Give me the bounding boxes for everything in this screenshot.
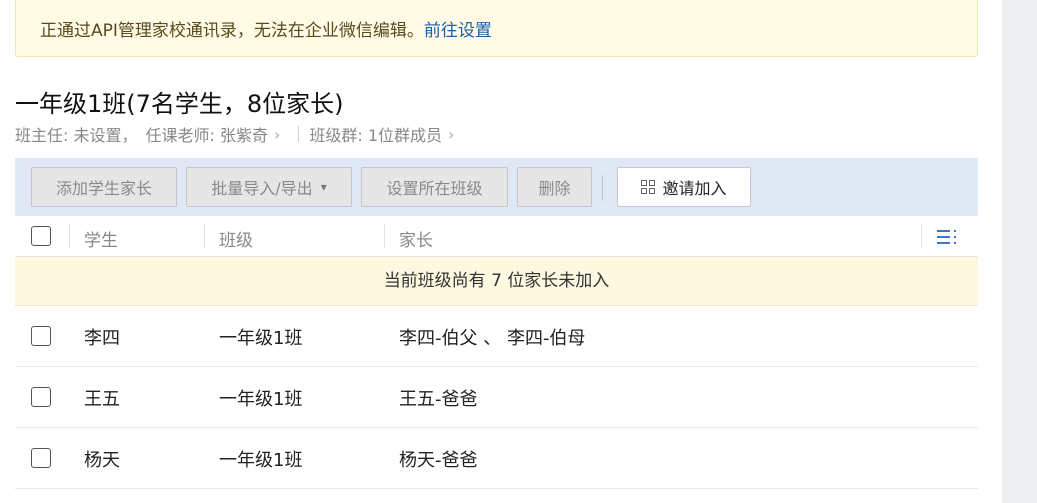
table-header: 学生 班级 家长: [15, 216, 978, 257]
go-settings-link[interactable]: 前往设置: [424, 21, 492, 41]
header-divider: [69, 224, 70, 248]
notice-text: 正通过API管理家校通讯录，无法在企业微信编辑。: [40, 21, 424, 41]
import-export-button[interactable]: 批量导入/导出 ▾: [186, 167, 352, 207]
select-all-checkbox[interactable]: [31, 226, 51, 246]
invite-button[interactable]: 邀请加入: [617, 167, 751, 207]
student-name: 王五: [84, 389, 120, 410]
row-checkbox[interactable]: [31, 448, 51, 468]
import-export-label: 批量导入/导出: [211, 179, 313, 198]
qr-code-icon: [641, 180, 656, 194]
column-settings-icon[interactable]: [937, 229, 957, 245]
subject-teacher-label: 任课老师: 张紫奇: [145, 126, 268, 145]
table-row[interactable]: 王五 一年级1班 王五-爸爸: [15, 367, 978, 428]
head-teacher-label: 班主任: 未设置，: [15, 126, 138, 145]
subject-teacher-link[interactable]: 任课老师: 张紫奇: [145, 122, 267, 146]
header-divider: [384, 224, 385, 248]
row-checkbox[interactable]: [31, 387, 51, 407]
header-class[interactable]: 班级: [219, 226, 253, 251]
delete-label: 删除: [538, 179, 571, 198]
pending-parents-banner: 当前班级尚有 7 位家长未加入: [15, 257, 978, 306]
row-checkbox[interactable]: [31, 326, 51, 346]
action-toolbar: 添加学生家长 批量导入/导出 ▾ 设置所在班级 删除 邀请加入: [15, 158, 978, 216]
table-row[interactable]: 杨天 一年级1班 杨天-爸爸: [15, 428, 978, 489]
class-name: 一年级1班: [219, 328, 303, 349]
class-name: 一年级1班: [219, 389, 303, 410]
add-student-parent-label: 添加学生家长: [55, 179, 152, 198]
parent-names: 李四-伯父 、 李四-伯母: [399, 328, 586, 349]
chevron-right-icon[interactable]: ›: [448, 125, 454, 144]
toolbar-divider: [602, 175, 603, 201]
delete-button[interactable]: 删除: [517, 167, 592, 207]
parent-names: 杨天-爸爸: [399, 450, 478, 471]
student-name: 李四: [84, 328, 120, 349]
header-divider: [921, 224, 922, 248]
class-title: 一年级1班(7名学生，8位家长): [15, 90, 344, 118]
add-student-parent-button[interactable]: 添加学生家长: [31, 167, 177, 207]
header-divider: [204, 224, 205, 248]
header-parents[interactable]: 家长: [399, 226, 433, 251]
class-subinfo: 班主任: 未设置， 任课老师: 张紫奇 › 班级群: 1位群成员 ›: [15, 122, 466, 146]
set-class-label: 设置所在班级: [386, 179, 483, 198]
caret-down-icon: ▾: [320, 180, 327, 194]
parent-names: 王五-爸爸: [399, 389, 478, 410]
subinfo-divider: [298, 126, 300, 142]
page-scrollbar[interactable]: [1002, 0, 1037, 503]
invite-label: 邀请加入: [662, 179, 727, 198]
set-class-button[interactable]: 设置所在班级: [361, 167, 508, 207]
api-notice-banner: 正通过API管理家校通讯录，无法在企业微信编辑。前往设置: [15, 0, 978, 57]
header-student[interactable]: 学生: [84, 226, 118, 251]
class-group-label: 班级群: 1位群成员: [309, 126, 443, 145]
chevron-right-icon[interactable]: ›: [274, 125, 280, 144]
student-name: 杨天: [84, 450, 120, 471]
table-row[interactable]: 李四 一年级1班 李四-伯父 、 李四-伯母: [15, 306, 978, 367]
class-name: 一年级1班: [219, 450, 303, 471]
class-group-link[interactable]: 班级群: 1位群成员: [309, 122, 442, 146]
